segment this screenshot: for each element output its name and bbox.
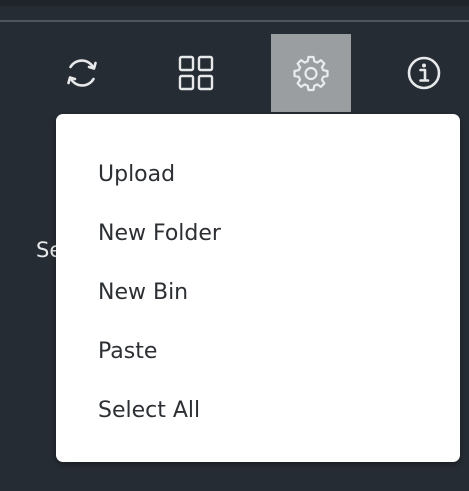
toolbar [0, 22, 469, 118]
menu-item-paste[interactable]: Paste [56, 323, 460, 379]
window-top-edge [0, 0, 469, 6]
menu-item-new-bin[interactable]: New Bin [56, 264, 460, 320]
refresh-button[interactable] [42, 34, 122, 112]
settings-button[interactable] [271, 34, 351, 112]
menu-item-select-all[interactable]: Select All [56, 382, 460, 438]
grid-view-icon [178, 55, 214, 91]
settings-dropdown-menu: Upload New Folder New Bin Paste Select A… [56, 114, 460, 462]
info-icon [407, 56, 441, 90]
refresh-icon [67, 59, 97, 87]
menu-item-new-folder[interactable]: New Folder [56, 205, 460, 261]
grid-view-button[interactable] [156, 34, 236, 112]
menu-item-upload[interactable]: Upload [56, 146, 460, 202]
gear-icon [293, 55, 329, 92]
info-button[interactable] [384, 34, 464, 112]
